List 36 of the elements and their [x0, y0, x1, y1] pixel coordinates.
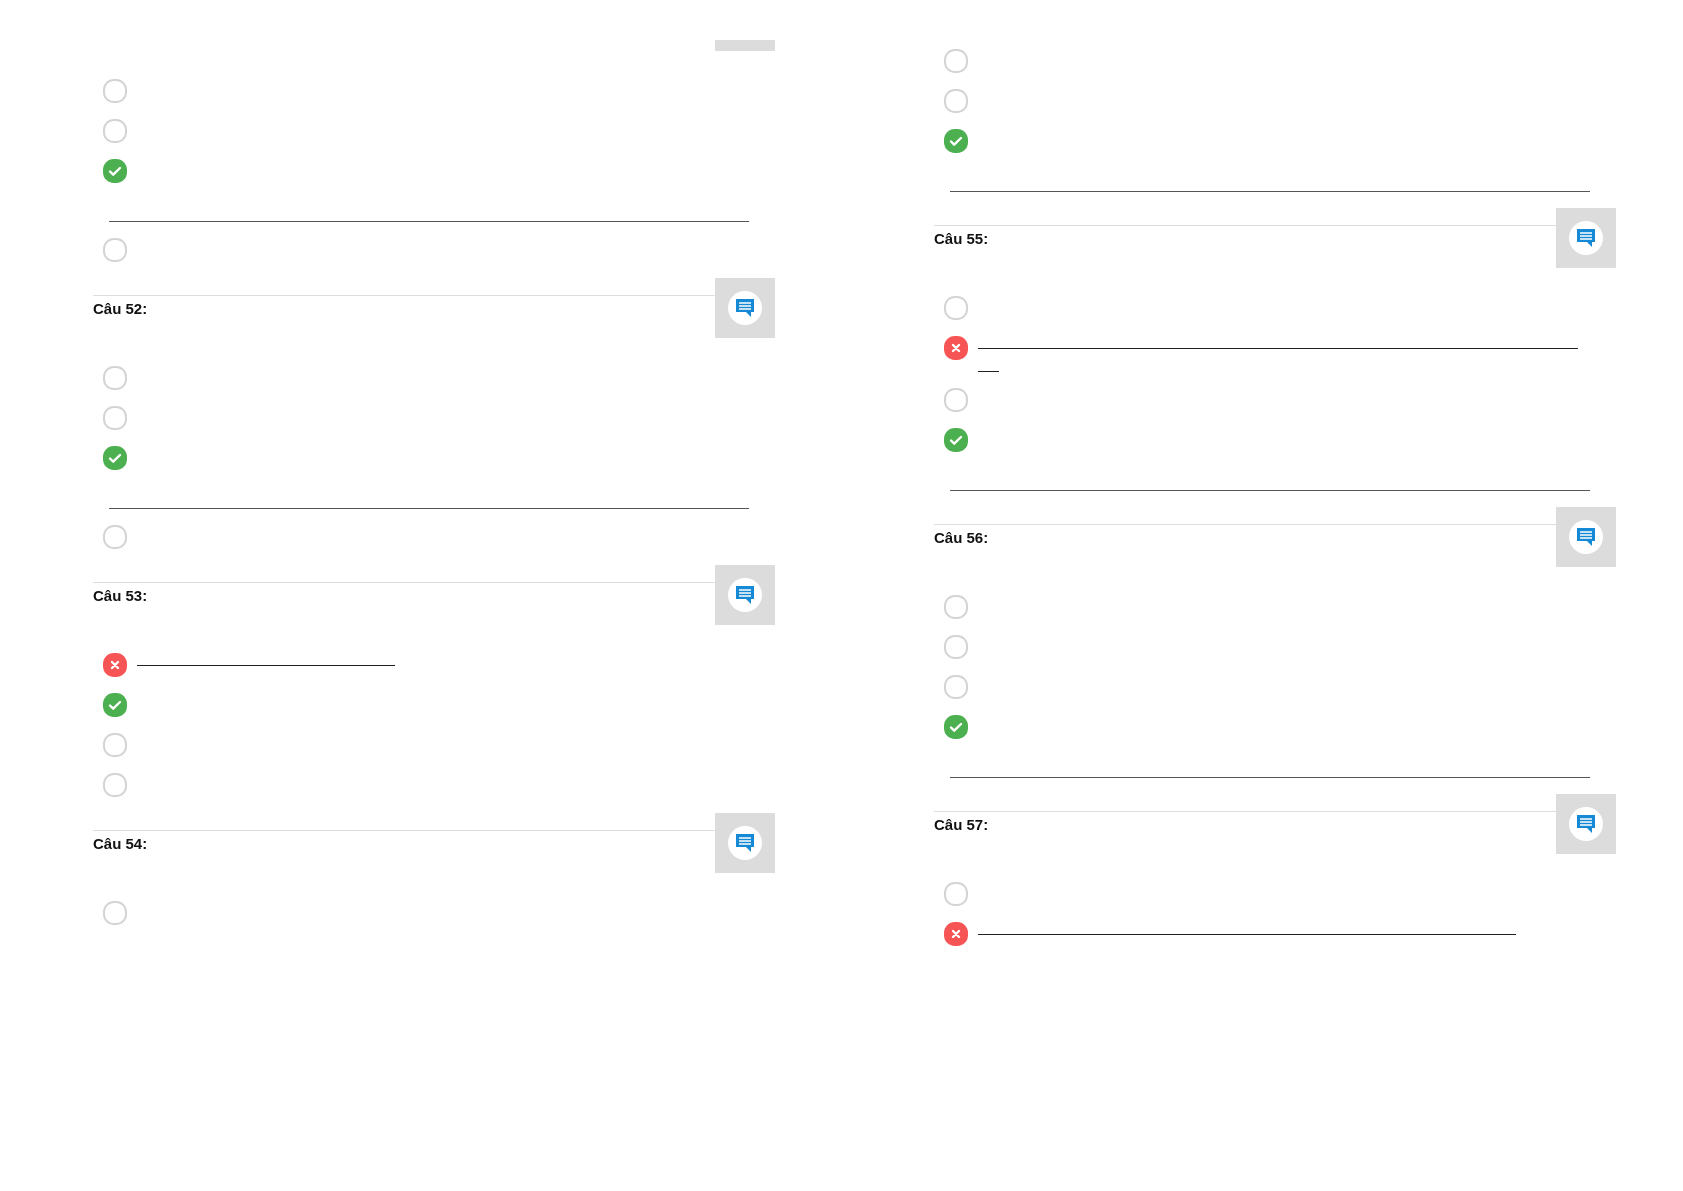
- question-number: Câu 54:: [93, 835, 148, 852]
- comment-button[interactable]: [1556, 794, 1616, 854]
- answer-radio[interactable]: [103, 119, 127, 143]
- answer-radio[interactable]: [944, 49, 968, 73]
- answer-radio[interactable]: [103, 406, 127, 430]
- answer-radio[interactable]: [103, 525, 127, 549]
- answer-radio[interactable]: [103, 901, 127, 925]
- comment-button[interactable]: [715, 813, 775, 873]
- question-number: Câu 55:: [934, 230, 989, 247]
- answer-radio[interactable]: [944, 595, 968, 619]
- answer-radio[interactable]: [103, 238, 127, 262]
- tab-stub: [715, 40, 775, 51]
- chat-icon: [735, 585, 755, 605]
- answer-radio[interactable]: [944, 635, 968, 659]
- chat-icon: [1576, 527, 1596, 547]
- answer-radio[interactable]: [103, 366, 127, 390]
- question-number: Câu 53:: [93, 587, 148, 604]
- comment-button[interactable]: [1556, 208, 1616, 268]
- answer-radio[interactable]: [103, 773, 127, 797]
- comment-button[interactable]: [715, 278, 775, 338]
- chat-icon: [735, 298, 755, 318]
- chat-icon: [1576, 814, 1596, 834]
- comment-button[interactable]: [715, 565, 775, 625]
- answer-radio[interactable]: [944, 675, 968, 699]
- question-number: Câu 52:: [93, 300, 148, 317]
- answer-radio[interactable]: [944, 388, 968, 412]
- answer-radio[interactable]: [944, 296, 968, 320]
- chat-icon: [735, 833, 755, 853]
- answer-radio[interactable]: [944, 89, 968, 113]
- comment-button[interactable]: [1556, 507, 1616, 567]
- answer-radio[interactable]: [103, 79, 127, 103]
- chat-icon: [1576, 228, 1596, 248]
- answer-radio[interactable]: [944, 882, 968, 906]
- question-number: Câu 57:: [934, 816, 989, 833]
- answer-radio[interactable]: [103, 733, 127, 757]
- question-number: Câu 56:: [934, 529, 989, 546]
